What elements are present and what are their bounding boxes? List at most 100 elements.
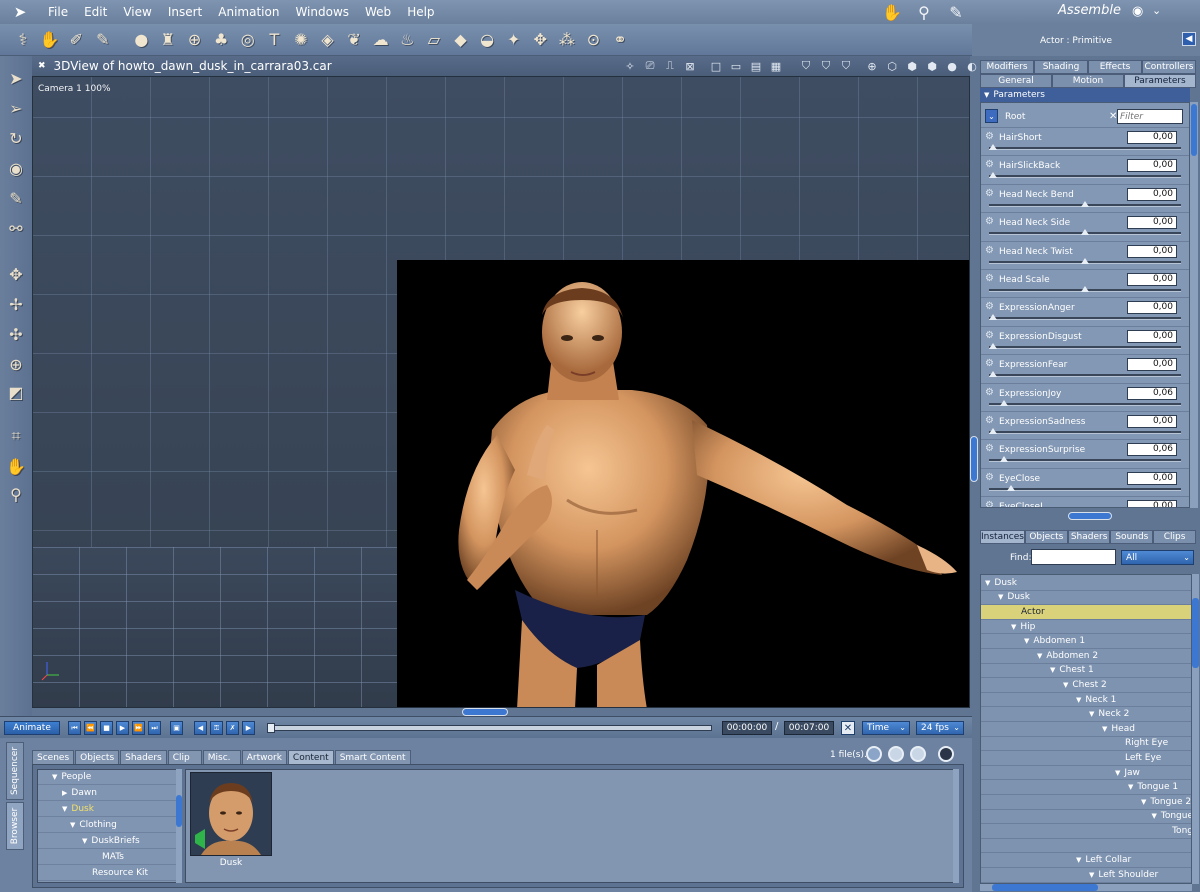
cloud-icon[interactable]: ☁ xyxy=(368,27,394,53)
tree-node[interactable]: ▼ Left Collar xyxy=(981,853,1191,868)
param-slider[interactable] xyxy=(989,371,1181,378)
view-splitter-handle[interactable] xyxy=(462,708,508,716)
slider-handle[interactable] xyxy=(989,428,997,434)
param-slider[interactable] xyxy=(989,314,1181,321)
stop-icon[interactable]: ■ xyxy=(100,721,113,735)
text-icon[interactable]: T xyxy=(261,27,287,53)
plant-icon[interactable]: ❦ xyxy=(341,27,367,53)
tree-item-people[interactable]: ▼ People xyxy=(38,770,176,785)
sphere-icon[interactable]: ● xyxy=(128,27,154,53)
tab-browser[interactable]: Browser xyxy=(6,802,24,850)
tree-node[interactable]: Left Eye xyxy=(981,751,1191,766)
model-icon[interactable]: ⚲ xyxy=(912,2,936,22)
param-slider[interactable] xyxy=(989,286,1181,292)
tab-artwork[interactable]: Artwork xyxy=(241,750,287,764)
filter-input[interactable] xyxy=(1117,109,1183,124)
tree-node[interactable]: ▼ Chest 2 xyxy=(981,678,1191,693)
menu-edit[interactable]: Edit xyxy=(76,5,115,19)
gear-icon[interactable]: ⚙ xyxy=(985,245,994,256)
close-icon[interactable]: ✖ xyxy=(38,61,46,71)
tree-node[interactable]: ▼ Hip xyxy=(981,620,1191,635)
paint-icon[interactable]: ✎ xyxy=(90,27,116,53)
expand-icon[interactable]: ▼ xyxy=(985,579,990,587)
gear-icon[interactable]: ⚙ xyxy=(985,188,994,199)
tab-content[interactable]: Content xyxy=(287,750,334,764)
camera-target-icon[interactable]: ◎ xyxy=(235,27,261,53)
tree-node[interactable]: Tong xyxy=(981,824,1191,839)
param-slider[interactable] xyxy=(989,229,1181,236)
pen-icon[interactable]: ✎ xyxy=(4,186,28,210)
param-value-field[interactable]: 0,00 xyxy=(1127,244,1177,258)
thumb-view-icon[interactable] xyxy=(888,746,904,762)
current-time-field[interactable]: 00:00:00 xyxy=(722,721,772,735)
ground-icon[interactable]: ◆ xyxy=(448,27,474,53)
spline-icon[interactable]: ⊕ xyxy=(182,27,208,53)
param-slider[interactable] xyxy=(989,342,1181,349)
animate-button[interactable]: Animate xyxy=(4,721,60,735)
param-slider[interactable] xyxy=(989,484,1181,491)
tree-node[interactable]: Actor xyxy=(981,605,1191,620)
slider-handle[interactable] xyxy=(1081,200,1089,207)
tree-node[interactable]: ▼ Head xyxy=(981,722,1191,737)
three-view-icon[interactable]: ▤ xyxy=(748,58,764,74)
director-icon[interactable]: ⎍ xyxy=(662,58,678,74)
close-sequencer-icon[interactable]: ✕ xyxy=(841,721,855,735)
param-value-field[interactable]: 0,00 xyxy=(1127,216,1177,230)
move-xy-icon[interactable]: ✥ xyxy=(4,262,28,286)
expand-icon[interactable]: ▼ xyxy=(1076,696,1081,704)
gear-icon[interactable]: ⚙ xyxy=(985,387,994,398)
carrara-logo-icon[interactable]: ➤ xyxy=(0,0,40,24)
menu-windows[interactable]: Windows xyxy=(287,5,357,19)
tree-node[interactable]: ▼ Abdomen 2 xyxy=(981,649,1191,664)
param-slider[interactable] xyxy=(989,144,1181,150)
tree-node[interactable]: Right Eye xyxy=(981,737,1191,752)
param-slider[interactable] xyxy=(989,172,1181,179)
param-value-field[interactable]: 0,00 xyxy=(1127,500,1177,507)
tree-node[interactable]: ▼ Neck 2 xyxy=(981,707,1191,722)
gear-icon[interactable]: ⚙ xyxy=(985,443,994,454)
param-value-field[interactable]: 0,00 xyxy=(1127,358,1177,372)
play-icon[interactable]: ▶ xyxy=(116,721,129,735)
expand-icon[interactable]: ▼ xyxy=(1024,637,1029,645)
slider-handle[interactable] xyxy=(989,314,997,321)
camera-select-icon[interactable]: ⎚ xyxy=(642,58,658,74)
tree-node[interactable]: ▼ Jaw xyxy=(981,766,1191,781)
vertex-object-icon[interactable]: ♜ xyxy=(155,27,181,53)
fire-icon[interactable]: ♨ xyxy=(394,27,420,53)
slider-handle[interactable] xyxy=(1081,286,1089,292)
shield-icon[interactable]: ⛉ xyxy=(798,58,814,74)
slider-handle[interactable] xyxy=(989,371,997,378)
scale-box-icon[interactable]: ◩ xyxy=(4,380,28,404)
rewind-icon[interactable]: ⏪ xyxy=(84,721,97,735)
param-slider[interactable] xyxy=(989,456,1181,463)
chevron-down-icon[interactable]: ⌄ xyxy=(1152,4,1161,17)
group-icon[interactable]: ⁂ xyxy=(554,27,580,53)
param-slider[interactable] xyxy=(989,428,1181,434)
tab-clips[interactable]: Clips xyxy=(1153,530,1196,544)
tab-effects[interactable]: Effects xyxy=(1088,60,1142,74)
flat-cube-icon[interactable]: ⬢ xyxy=(904,58,920,74)
param-value-field[interactable]: 0,00 xyxy=(1127,273,1177,286)
panel-splitter-handle[interactable] xyxy=(970,436,978,482)
tree-node[interactable]: ▼ Dusk xyxy=(981,576,1191,591)
menu-insert[interactable]: Insert xyxy=(160,5,210,19)
tree-item-resource-kit[interactable]: Resource Kit xyxy=(38,866,176,881)
gear-icon[interactable]: ⚙ xyxy=(985,500,994,507)
delete-key-icon[interactable]: ✗ xyxy=(226,721,239,735)
expand-icon[interactable]: ▼ xyxy=(1050,666,1055,674)
bones-icon[interactable]: ✐ xyxy=(63,27,89,53)
light-spot-icon[interactable]: ✦ xyxy=(501,27,527,53)
go-end-icon[interactable]: ⏭ xyxy=(148,721,161,735)
grid-toggle-icon[interactable]: ⊠ xyxy=(682,58,698,74)
metaball-icon[interactable]: ♣ xyxy=(208,27,234,53)
time-scrubber[interactable] xyxy=(267,723,712,733)
param-slider[interactable] xyxy=(989,257,1181,264)
expand-icon[interactable]: ▼ xyxy=(1151,812,1156,820)
scrubber-handle[interactable] xyxy=(267,723,275,733)
expand-icon[interactable]: ▼ xyxy=(1037,652,1042,660)
trackball-icon[interactable]: ⊕ xyxy=(4,352,28,376)
instance-filter-select[interactable]: All ⌄ xyxy=(1121,550,1194,565)
menu-help[interactable]: Help xyxy=(399,5,442,19)
render-area-icon[interactable]: ✧ xyxy=(622,58,638,74)
tree-item-clothing[interactable]: ▼ Clothing xyxy=(38,818,176,833)
